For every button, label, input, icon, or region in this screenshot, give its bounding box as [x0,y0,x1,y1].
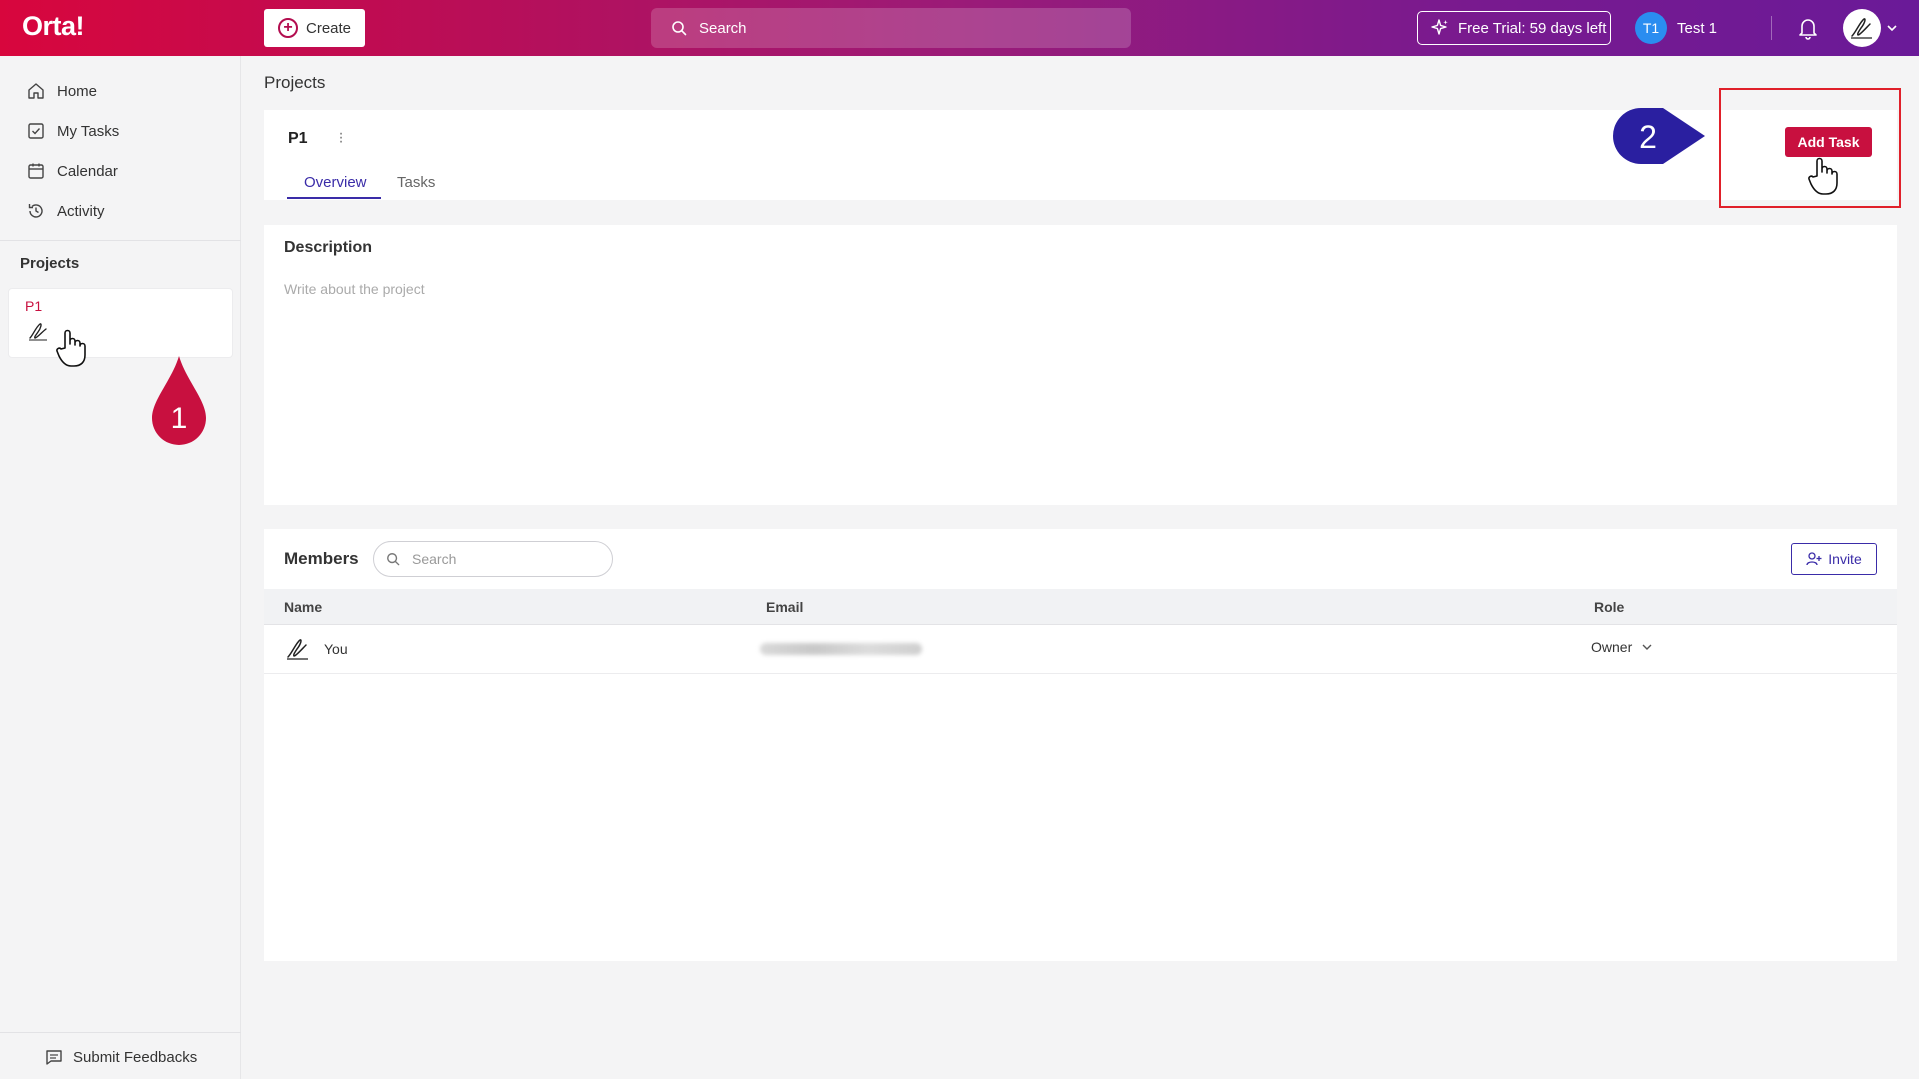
calendar-icon [28,163,44,179]
member-avatar [284,635,312,668]
breadcrumb: Projects [264,73,326,92]
topbar-divider [1771,16,1772,40]
home-icon [28,83,44,99]
sidebar-item-label: My Tasks [57,122,120,140]
members-panel: Members Search Invite Name Email Role Yo… [264,529,1897,961]
sidebar-item-label: Home [57,82,98,100]
chevron-down-icon [1642,644,1652,650]
sidebar-item-label: Activity [57,202,105,220]
user-plus-icon [1806,552,1822,566]
member-role-select[interactable]: Owner [1591,639,1652,655]
description-panel: Description Write about the project [264,225,1897,505]
app-logo[interactable]: Orta! [22,11,85,42]
free-trial-label: Free Trial: 59 days left [1458,19,1607,37]
invite-button[interactable]: Invite [1791,543,1877,575]
step-1-label: 1 [171,402,188,435]
sidebar-item-activity[interactable]: Activity [27,202,105,220]
user-initials-avatar: T1 [1635,12,1667,44]
sidebar-divider [0,240,241,241]
signature-icon [1851,18,1872,39]
description-title: Description [284,239,373,256]
checkbox-icon [28,123,44,139]
more-vertical-icon[interactable]: · · · [336,126,346,150]
create-button[interactable]: + Create [264,9,365,47]
search-icon [672,21,687,36]
free-trial-button[interactable]: Free Trial: 59 days left [1417,11,1611,45]
projects-heading: Projects [20,255,80,272]
signature-icon [287,639,308,660]
sidebar-item-label: Calendar [57,162,118,180]
notifications-bell-icon[interactable] [1797,16,1819,45]
search-icon [387,553,400,566]
members-search-input[interactable]: Search [373,541,613,577]
history-icon [28,204,43,218]
profile-menu[interactable] [1843,9,1897,47]
members-search-placeholder: Search [412,551,457,567]
step-2-label: 2 [1639,119,1657,155]
table-row: You Owner [264,625,1897,674]
members-title: Members [284,549,359,568]
member-role-value: Owner [1591,639,1633,655]
active-tab-indicator [287,197,381,199]
workspace-user[interactable]: T1 Test 1 [1635,12,1717,44]
submit-feedback-button[interactable]: Submit Feedbacks [45,1048,197,1066]
create-label: Create [306,19,352,37]
sidebar-item-my-tasks[interactable]: My Tasks [27,122,119,140]
hand-pointer-icon [56,328,86,373]
step-1-marker: 1 [148,354,210,455]
profile-avatar [1843,9,1881,47]
tab-tasks[interactable]: Tasks [397,174,435,191]
member-name: You [324,641,348,657]
sidebar-bottom-divider [0,1032,241,1033]
submit-feedback-label: Submit Feedbacks [73,1048,198,1066]
members-table-header: Name Email Role [264,589,1897,625]
project-owner-avatar [27,321,51,348]
user-name: Test 1 [1677,19,1718,37]
add-task-button[interactable]: Add Task [1785,127,1872,157]
invite-label: Invite [1828,551,1862,567]
sidebar-item-calendar[interactable]: Calendar [27,162,118,180]
global-search-placeholder: Search [699,19,747,37]
top-bar: Orta! + Create Search Free Trial: 59 day… [0,0,1919,56]
sidebar: Home My Tasks Calendar Activity Projects… [0,56,241,1079]
column-header-email: Email [766,599,804,615]
sparkle-icon [1431,19,1448,35]
column-header-name: Name [284,599,323,615]
message-square-icon [46,1050,62,1065]
tab-overview[interactable]: Overview [304,174,367,191]
chevron-down-icon [1887,25,1897,32]
project-card-name: P1 [25,298,43,314]
project-title: P1 [288,130,308,147]
plus-circle-icon: + [278,18,298,38]
sidebar-item-home[interactable]: Home [27,82,97,100]
member-email-redacted [760,643,922,655]
global-search-input[interactable]: Search [651,8,1131,48]
signature-icon [29,323,47,341]
description-editor[interactable]: Write about the project [284,281,425,297]
step-2-marker: 2 [1611,106,1707,171]
column-header-role: Role [1594,599,1625,615]
hand-pointer-icon [1808,156,1838,201]
sidebar-project-p1[interactable]: P1 [8,288,233,358]
